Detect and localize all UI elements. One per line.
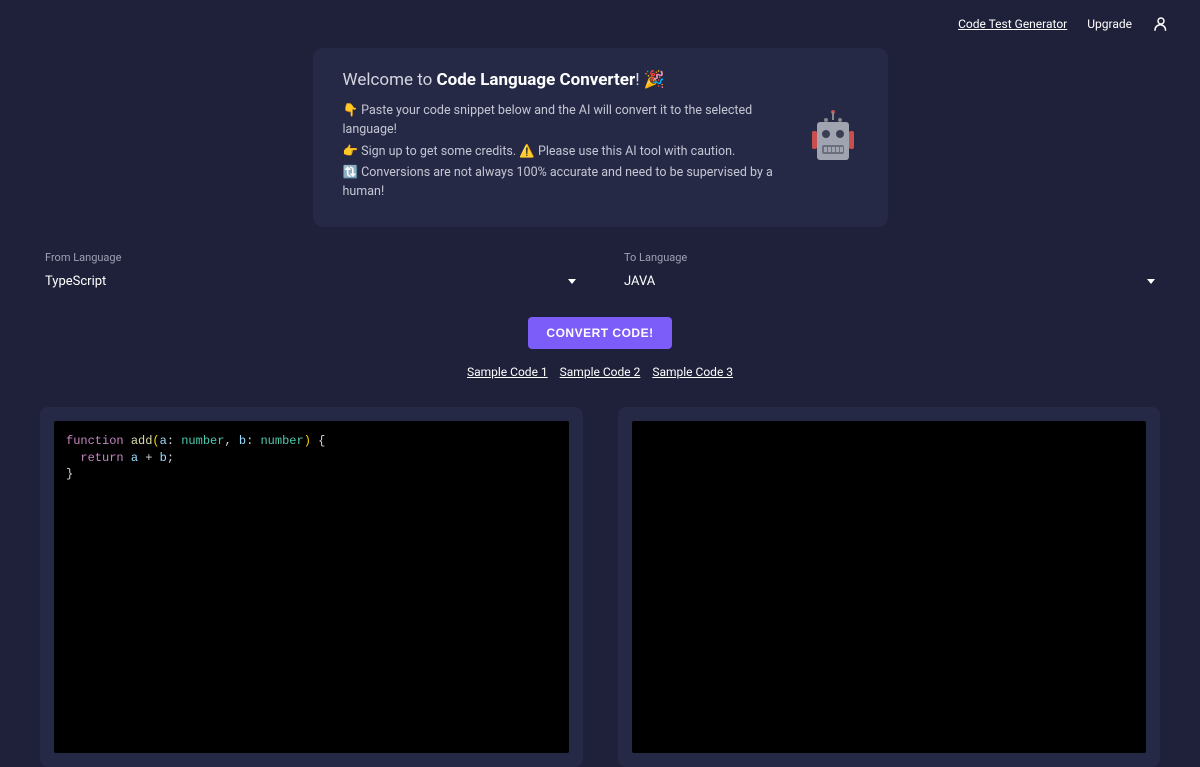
input-editor-panel: function add(a: number, b: number) { ret… (40, 407, 583, 767)
from-language-label: From Language (45, 251, 576, 264)
from-language-select[interactable]: TypeScript (45, 270, 576, 293)
from-language-value: TypeScript (45, 274, 106, 289)
upgrade-link[interactable]: Upgrade (1087, 17, 1132, 31)
to-language-label: To Language (624, 251, 1155, 264)
sample-code-3-link[interactable]: Sample Code 3 (652, 365, 733, 379)
output-code-editor[interactable] (632, 421, 1147, 753)
welcome-line-2: 👉 Sign up to get some credits. ⚠️ Please… (343, 143, 788, 162)
welcome-line-3: 🔃 Conversions are not always 100% accura… (343, 164, 788, 202)
profile-icon[interactable] (1152, 15, 1170, 33)
welcome-title-bold: Code Language Converter (437, 70, 636, 90)
chevron-down-icon (1147, 279, 1155, 284)
welcome-card: Welcome to Code Language Converter! 🎉 👇 … (313, 48, 888, 227)
sample-code-2-link[interactable]: Sample Code 2 (560, 365, 641, 379)
code-test-generator-link[interactable]: Code Test Generator (958, 17, 1067, 31)
convert-code-button[interactable]: CONVERT CODE! (528, 317, 671, 349)
sample-code-1-link[interactable]: Sample Code 1 (467, 365, 548, 379)
chevron-down-icon (568, 279, 576, 284)
input-code-editor[interactable]: function add(a: number, b: number) { ret… (54, 421, 569, 753)
welcome-title: Welcome to Code Language Converter! 🎉 (343, 70, 788, 90)
welcome-title-prefix: Welcome to (343, 70, 437, 90)
robot-icon (808, 109, 858, 165)
to-language-select[interactable]: JAVA (624, 270, 1155, 293)
output-editor-panel (618, 407, 1161, 767)
welcome-line-1: 👇 Paste your code snippet below and the … (343, 102, 788, 140)
to-language-value: JAVA (624, 274, 655, 289)
welcome-title-suffix: ! 🎉 (635, 70, 665, 90)
